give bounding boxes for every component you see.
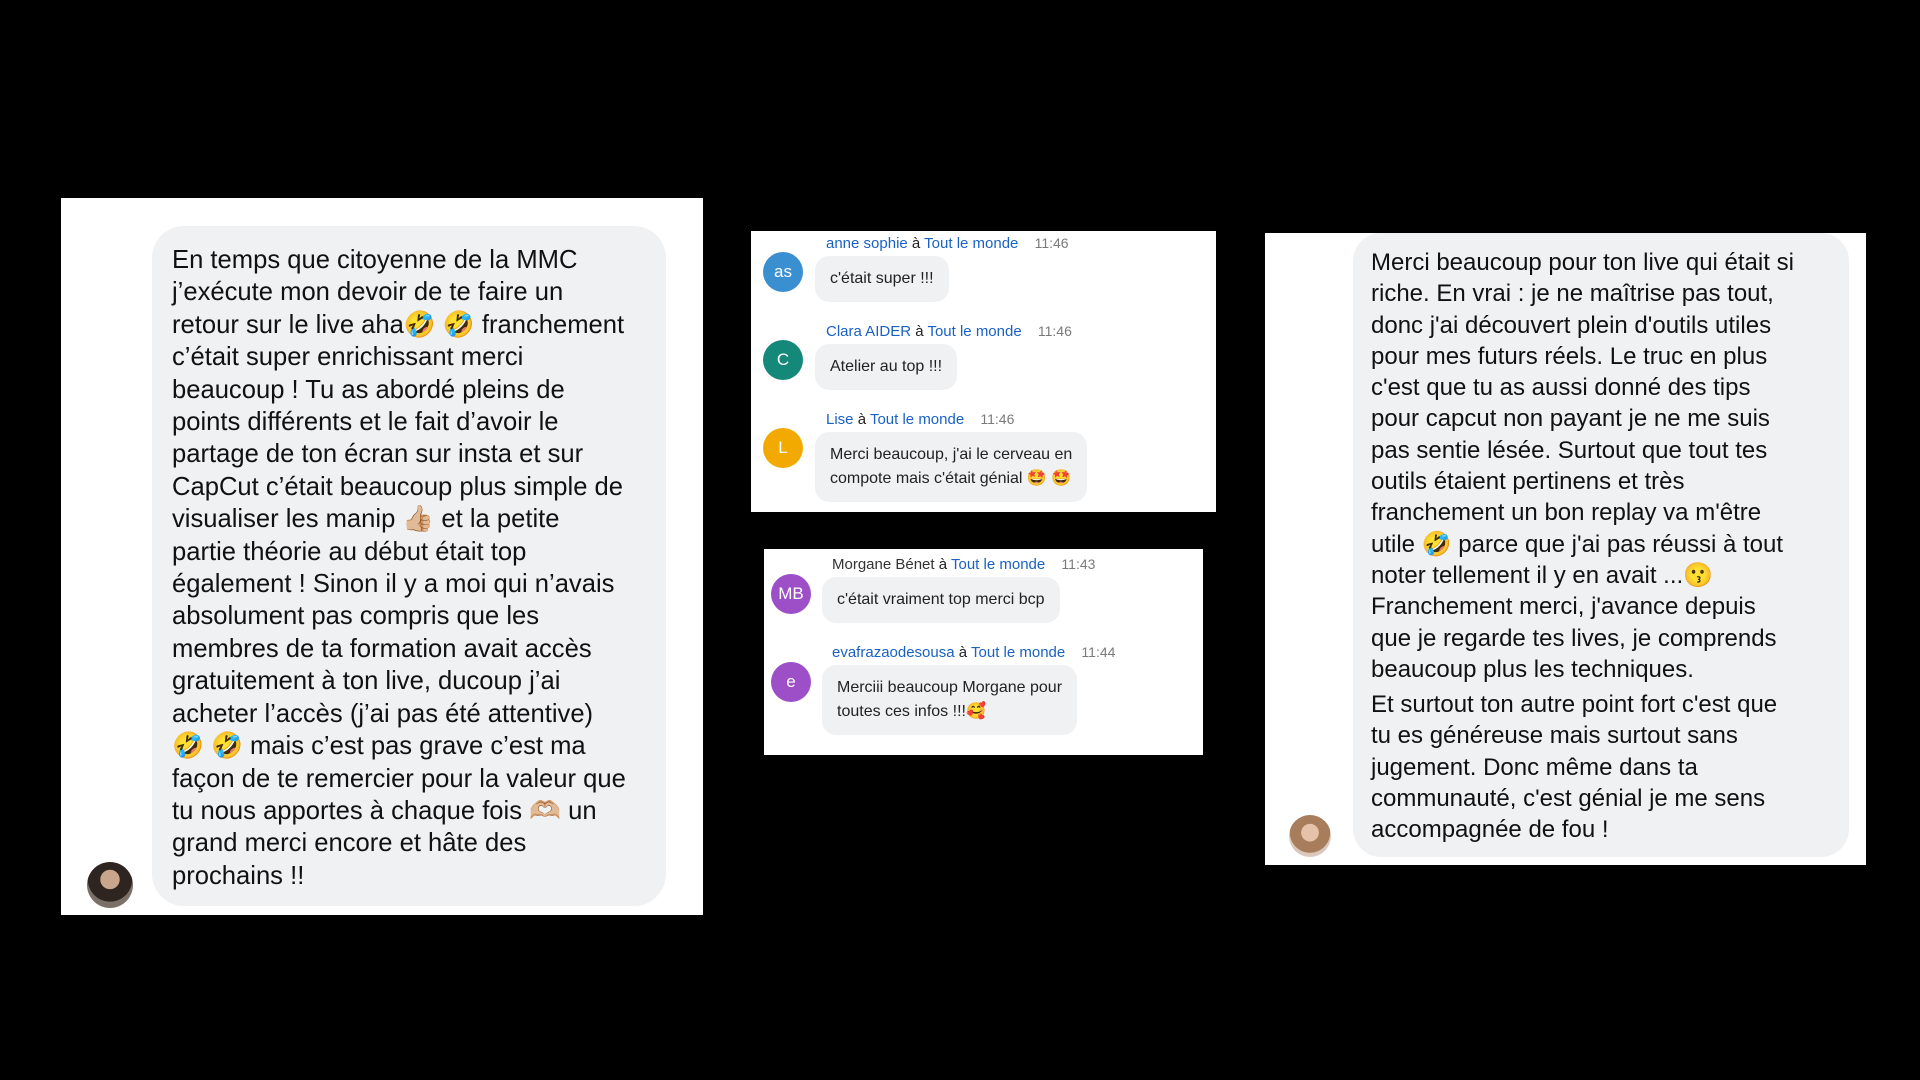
to-label: à: [915, 323, 924, 340]
message-paragraph: Merci beaucoup pour ton live qui était s…: [1371, 249, 1794, 683]
avatar[interactable]: MB: [771, 574, 811, 614]
message-text: Atelier au top !!!: [815, 344, 958, 390]
message-text: Merciii beaucoup Morgane pour toutes ces…: [822, 665, 1078, 735]
avatar[interactable]: C: [763, 340, 803, 380]
timestamp: 11:43: [1061, 556, 1096, 572]
chat-panel-1: as anne sophie à Tout le monde 11:46 c'é…: [751, 231, 1216, 512]
timestamp: 11:46: [980, 411, 1015, 427]
sender-name[interactable]: evafrazaodesousa: [832, 644, 955, 661]
to-label: à: [958, 644, 968, 661]
message-text: Merci beaucoup, j'ai le cerveau en compo…: [815, 432, 1088, 502]
message-bubble: Merci beaucoup pour ton live qui était s…: [1353, 233, 1849, 857]
avatar[interactable]: e: [771, 662, 811, 702]
testimonial-panel-2: Merci beaucoup pour ton live qui était s…: [1265, 233, 1866, 865]
avatar[interactable]: as: [763, 252, 803, 292]
message-header: Morgane Bénet à Tout le monde 11:43: [832, 556, 1095, 573]
avatar[interactable]: [1289, 815, 1331, 857]
audience-link[interactable]: Tout le monde: [870, 411, 964, 428]
message-text: c'était vraiment top merci bcp: [822, 577, 1060, 623]
message-bubble: En temps que citoyenne de la MMC j’exécu…: [152, 226, 666, 906]
to-label: à: [911, 235, 921, 252]
chat-panel-2: MB Morgane Bénet à Tout le monde 11:43 c…: [764, 549, 1203, 755]
audience-link[interactable]: Tout le monde: [951, 556, 1045, 573]
message-paragraph: Et surtout ton autre point fort c'est qu…: [1371, 691, 1778, 844]
sender-name[interactable]: Clara AIDER: [826, 323, 911, 340]
timestamp: 11:44: [1081, 644, 1116, 660]
message-header: anne sophie à Tout le monde 11:46: [826, 235, 1069, 252]
timestamp: 11:46: [1034, 235, 1069, 251]
timestamp: 11:46: [1037, 323, 1072, 339]
message-header: Lise à Tout le monde 11:46: [826, 411, 1014, 428]
audience-link[interactable]: Tout le monde: [924, 235, 1018, 252]
to-label: à: [938, 556, 948, 573]
avatar[interactable]: [87, 862, 133, 908]
message-text: c'était super !!!: [815, 256, 949, 302]
sender-name[interactable]: Lise: [826, 411, 854, 428]
audience-link[interactable]: Tout le monde: [971, 644, 1065, 661]
to-label: à: [857, 411, 867, 428]
audience-link[interactable]: Tout le monde: [927, 323, 1021, 340]
sender-name[interactable]: Morgane Bénet: [832, 556, 935, 573]
testimonial-panel-1: En temps que citoyenne de la MMC j’exécu…: [61, 198, 703, 915]
message-header: evafrazaodesousa à Tout le monde 11:44: [832, 644, 1115, 661]
avatar[interactable]: L: [763, 428, 803, 468]
sender-name[interactable]: anne sophie: [826, 235, 908, 252]
message-header: Clara AIDER à Tout le monde 11:46: [826, 323, 1072, 340]
